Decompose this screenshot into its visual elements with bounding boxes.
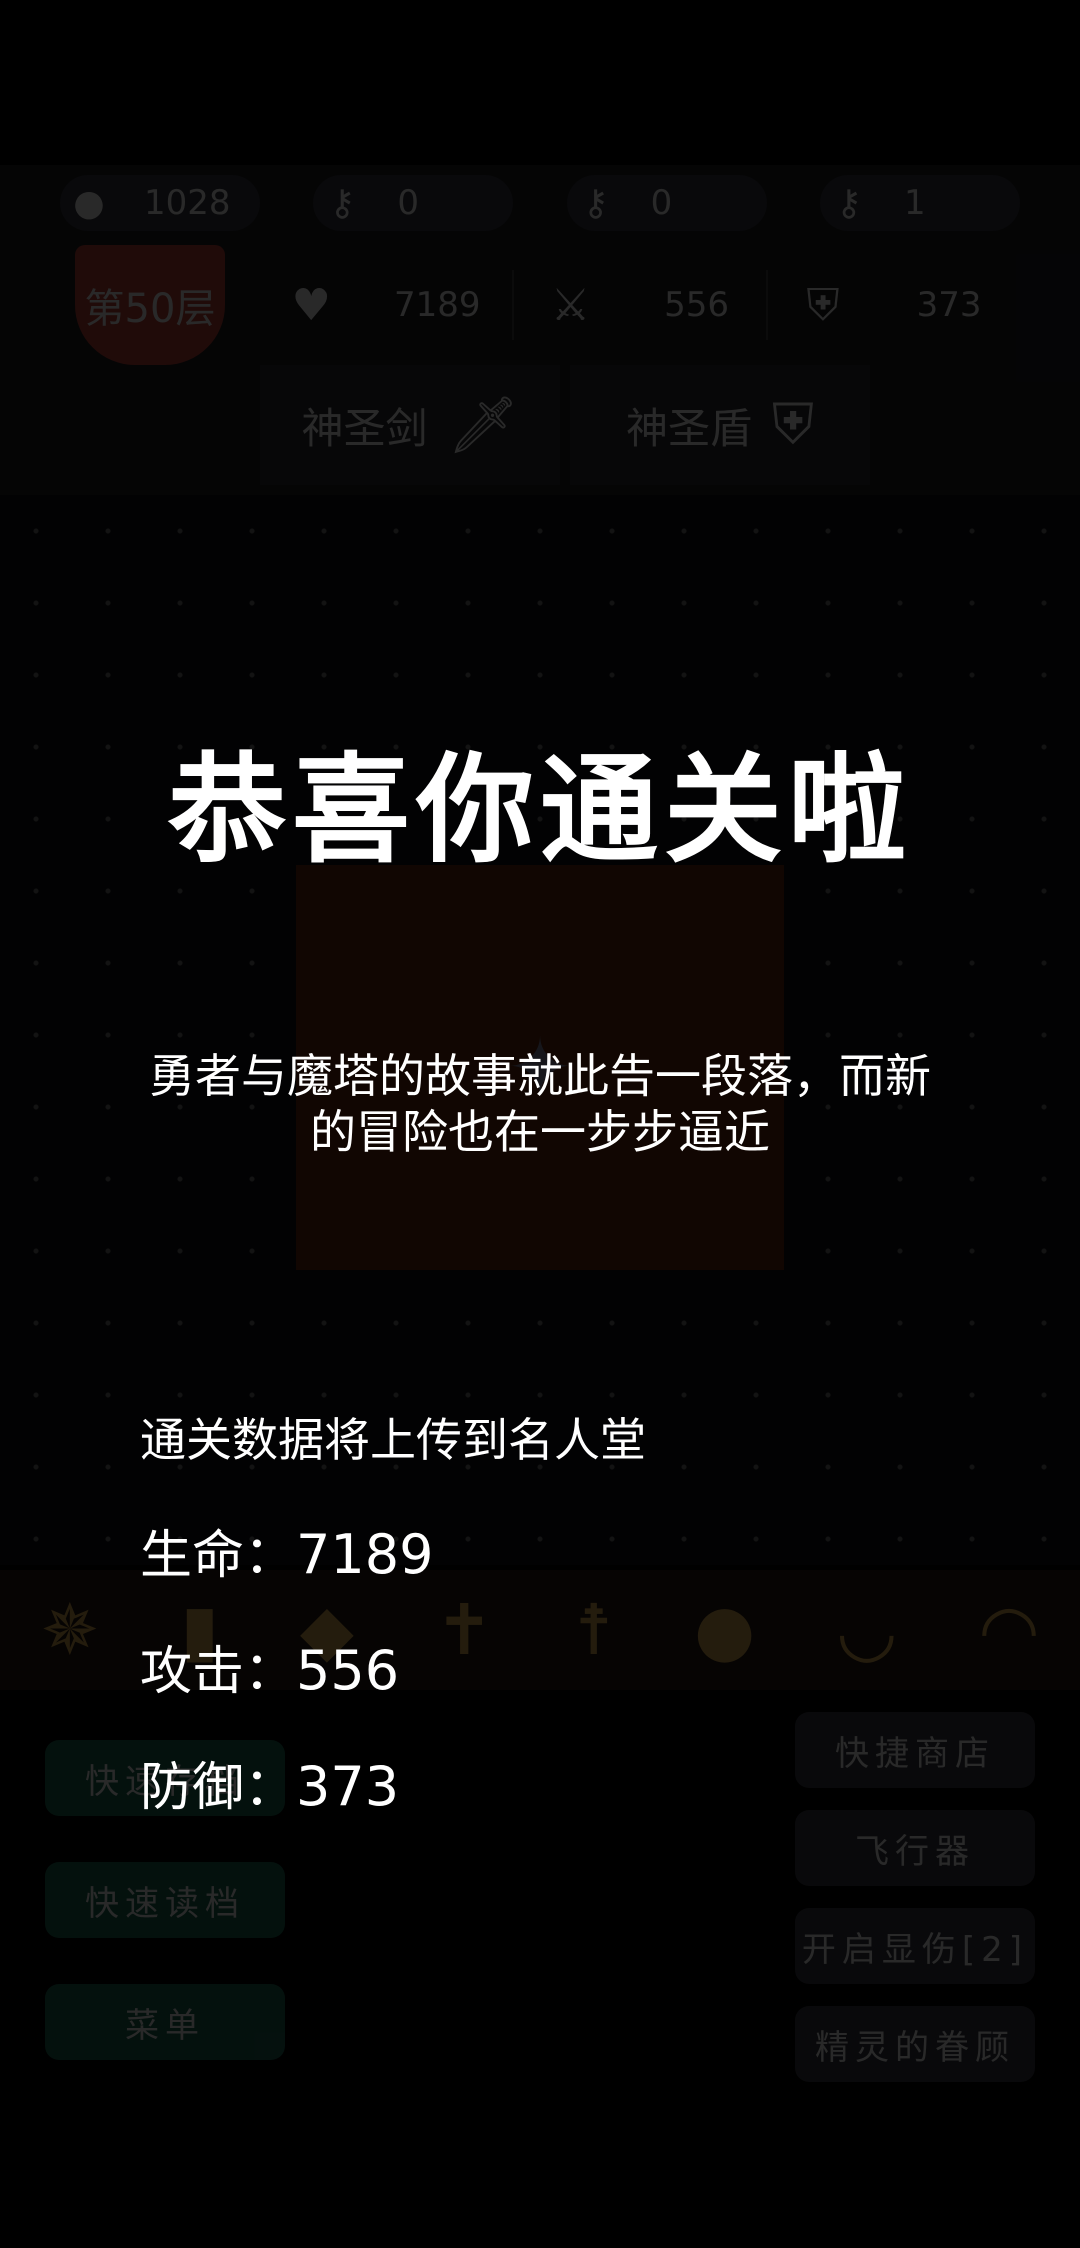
hall-of-fame-notice: 通关数据将上传到名人堂 <box>140 1413 646 1467</box>
final-defense-label: 防御： <box>140 1758 297 1818</box>
final-defense-value: 373 <box>296 1755 400 1818</box>
game-screen: ● 1028 ⚷ 0 ⚷ 0 ⚷ 1 第50层 ♥ 7189 ⚔ 556 ⛨ 3… <box>0 0 1080 2248</box>
final-defense: 防御：373 <box>140 1755 400 1819</box>
victory-title: 恭喜你通关啦 <box>167 741 912 879</box>
final-hp-value: 7189 <box>296 1523 434 1586</box>
victory-overlay[interactable]: 恭喜你通关啦 勇者与魔塔的故事就此告一段落，而新的冒险也在一步步逼近 通关数据将… <box>0 0 1080 2248</box>
final-attack: 攻击：556 <box>140 1639 400 1703</box>
final-attack-value: 556 <box>296 1639 400 1702</box>
final-attack-label: 攻击： <box>140 1642 297 1702</box>
victory-message: 勇者与魔塔的故事就此告一段落，而新的冒险也在一步步逼近 <box>149 1049 931 1159</box>
final-hp-label: 生命： <box>140 1526 297 1586</box>
final-hp: 生命：7189 <box>140 1523 434 1587</box>
